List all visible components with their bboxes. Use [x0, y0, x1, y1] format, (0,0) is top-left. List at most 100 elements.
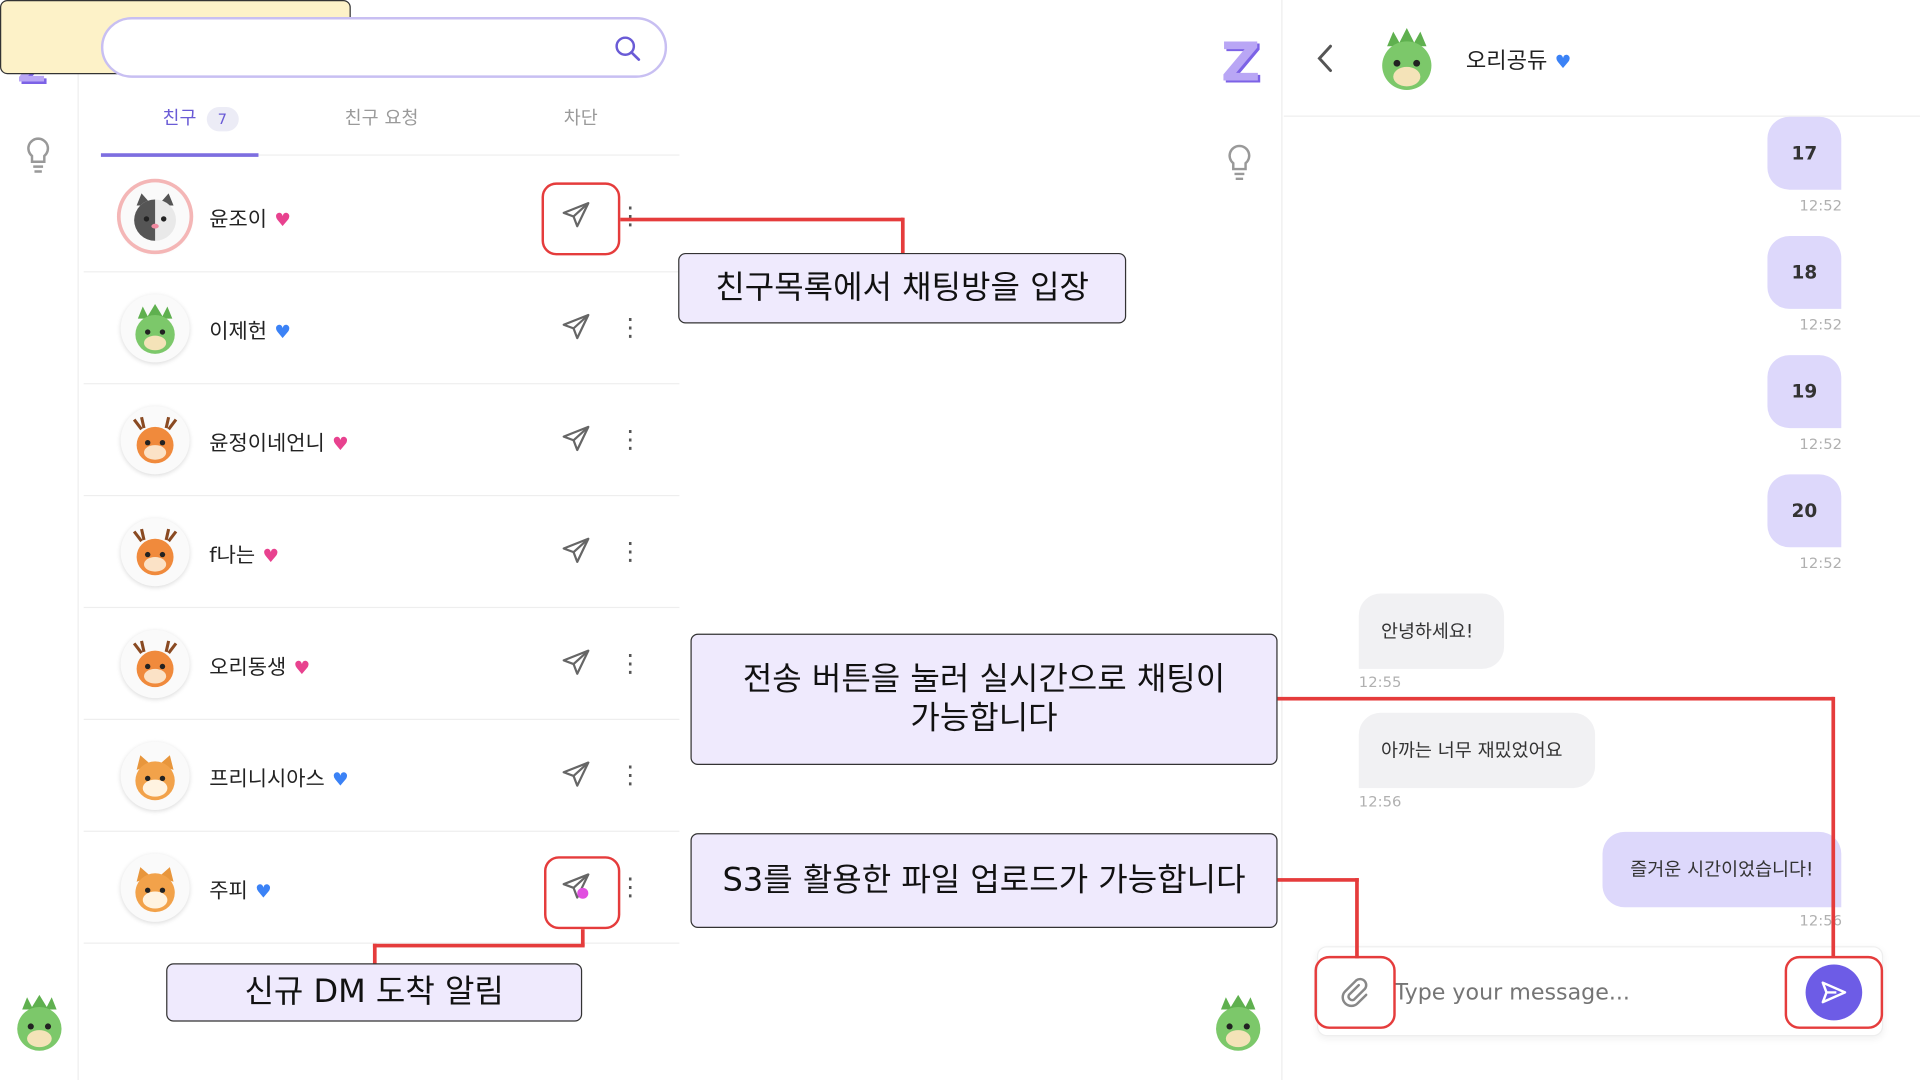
message-timestamp: 12:52 [1799, 197, 1843, 215]
callout-enter-room-text: 친구목록에서 채팅방을 입장 [715, 269, 1089, 307]
message-timestamp: 12:52 [1799, 435, 1843, 453]
friend-name: 윤정이네언니 ♥ [209, 426, 348, 456]
callout-realtime-text-2: 가능합니다 [910, 700, 1058, 738]
chat-header: 오리공듀 ♥ [1283, 0, 1920, 117]
my-profile-dragon-icon[interactable] [10, 990, 69, 1058]
tab-friend-requests[interactable]: 친구 요청 [345, 105, 419, 146]
active-tab-underline [100, 153, 259, 157]
lightbulb-icon[interactable] [1226, 144, 1253, 190]
message-timestamp: 12:52 [1799, 316, 1843, 334]
paper-plane-icon [562, 761, 590, 787]
search-icon[interactable] [613, 34, 643, 63]
pink-heart-icon: ♥ [274, 209, 291, 232]
my-profile-dragon-icon[interactable] [1209, 990, 1268, 1058]
friend-name: 오리동생 ♥ [209, 649, 311, 680]
tab-blocked[interactable]: 차단 [564, 105, 598, 146]
paper-plane-icon [562, 537, 590, 563]
highlight-send [1784, 955, 1884, 1029]
paper-plane-icon [562, 425, 590, 452]
paper-plane-icon [562, 313, 590, 340]
blue-heart-icon: ♥ [274, 321, 291, 343]
deer-icon[interactable] [120, 406, 190, 475]
friend-row[interactable]: 이제헌 ♥ ⋮ [83, 272, 680, 385]
friend-name-text: f나는 [209, 543, 256, 568]
tab-friend-requests-label: 친구 요청 [344, 107, 419, 129]
chat-partner-avatar[interactable] [1372, 24, 1441, 92]
send-dm-button[interactable] [558, 756, 595, 792]
connector-line [372, 943, 585, 947]
callout-new-dm-text: 신규 DM 도착 알림 [244, 973, 504, 1011]
deer-icon[interactable] [120, 518, 190, 587]
callout-s3-upload: S3를 활용한 파일 업로드가 가능합니다 [690, 833, 1278, 928]
more-options-icon[interactable]: ⋮ [618, 533, 643, 569]
search-input[interactable] [132, 31, 601, 66]
connector-line [1277, 696, 1834, 700]
message-timestamp: 12:56 [1799, 912, 1843, 930]
friend-name: 이제헌 ♥ [209, 314, 291, 344]
paper-plane-icon [562, 649, 590, 675]
more-options-icon[interactable]: ⋮ [618, 421, 643, 457]
friend-name-text: 이제헌 [209, 319, 267, 345]
friend-name: 윤조이 ♥ [209, 202, 291, 232]
cat-icon[interactable] [120, 182, 190, 251]
friend-search-bar[interactable] [100, 17, 668, 78]
friend-name: f나는 ♥ [209, 538, 279, 568]
connector-line [1831, 696, 1835, 958]
more-options-icon[interactable]: ⋮ [618, 756, 643, 792]
connector-line [620, 217, 904, 221]
pink-heart-icon: ♥ [332, 432, 349, 455]
friend-name-text: 윤정이네언니 [209, 431, 325, 457]
message-input[interactable] [1394, 974, 1764, 1011]
more-options-icon[interactable]: ⋮ [618, 645, 643, 681]
more-options-icon[interactable]: ⋮ [618, 197, 643, 233]
sent-message-bubble: 19 [1767, 355, 1842, 429]
send-dm-button[interactable] [558, 533, 595, 569]
connector-line [1277, 878, 1359, 882]
send-dm-button[interactable] [558, 645, 595, 681]
lightbulb-icon[interactable] [25, 136, 52, 182]
chat-partner-name: 오리공듀 ♥ [1466, 44, 1571, 76]
sent-message-bubble: 즐거운 시간이었습니다! [1602, 831, 1842, 908]
highlight-new-dm [544, 856, 621, 930]
pink-heart-icon: ♥ [262, 544, 280, 567]
green-dragon-icon[interactable] [120, 294, 190, 363]
shiba-icon[interactable] [120, 741, 190, 810]
pink-heart-icon: ♥ [293, 656, 311, 679]
left-rail: Z [0, 0, 79, 1080]
friend-row[interactable]: f나는 ♥ ⋮ [83, 496, 680, 609]
blue-heart-icon: ♥ [255, 880, 272, 903]
callout-realtime-text-1: 전송 버튼을 눌러 실시간으로 채팅이 [742, 661, 1226, 698]
friend-name: 프리니시아스 ♥ [209, 761, 348, 791]
message-timestamp: 12:56 [1358, 792, 1402, 810]
callout-enter-room: 친구목록에서 채팅방을 입장 [678, 252, 1127, 324]
message-timestamp: 12:52 [1799, 554, 1843, 572]
blue-heart-icon: ♥ [1554, 51, 1572, 73]
sent-message-bubble: 17 [1767, 116, 1842, 190]
sent-message-bubble: 18 [1767, 235, 1842, 309]
send-dm-button[interactable] [558, 421, 595, 457]
highlight-attach [1314, 955, 1396, 1029]
friend-name-text: 윤조이 [209, 207, 267, 233]
app-logo-icon[interactable]: Z [1221, 36, 1260, 90]
tab-blocked-label: 차단 [563, 107, 598, 129]
callout-s3-upload-text: S3를 활용한 파일 업로드가 가능합니다 [722, 861, 1246, 899]
connector-line [900, 217, 905, 255]
friend-row[interactable]: 프리니시아스 ♥ ⋮ [83, 720, 680, 832]
more-options-icon[interactable]: ⋮ [618, 868, 643, 904]
more-options-icon[interactable]: ⋮ [618, 309, 643, 345]
deer-icon[interactable] [120, 629, 190, 699]
send-dm-button[interactable] [558, 309, 595, 345]
message-timestamp: 12:55 [1358, 673, 1402, 691]
received-message-bubble: 아까는 너무 재밌었어요 [1358, 712, 1596, 789]
dm-screen: Z DM방 친구7 친구 요청 차단 윤조이♥⋮이제헌♥⋮윤정이네언니♥⋮f나는… [0, 0, 1920, 1080]
callout-realtime-chat: 전송 버튼을 눌러 실시간으로 채팅이 가능합니다 [690, 633, 1278, 765]
friend-row[interactable]: 윤정이네언니 ♥ ⋮ [83, 384, 680, 497]
friend-name-text: 오리동생 [209, 655, 287, 680]
sent-message-bubble: 20 [1767, 474, 1842, 548]
friend-row[interactable]: 오리동생 ♥ ⋮ [83, 608, 680, 720]
shiba-icon[interactable] [120, 853, 190, 922]
tab-friends[interactable]: 친구 7 [162, 105, 239, 146]
back-arrow-icon[interactable] [1313, 41, 1338, 75]
friend-count-badge: 7 [206, 107, 239, 132]
chat-partner-name-text: 오리공듀 [1465, 48, 1548, 75]
